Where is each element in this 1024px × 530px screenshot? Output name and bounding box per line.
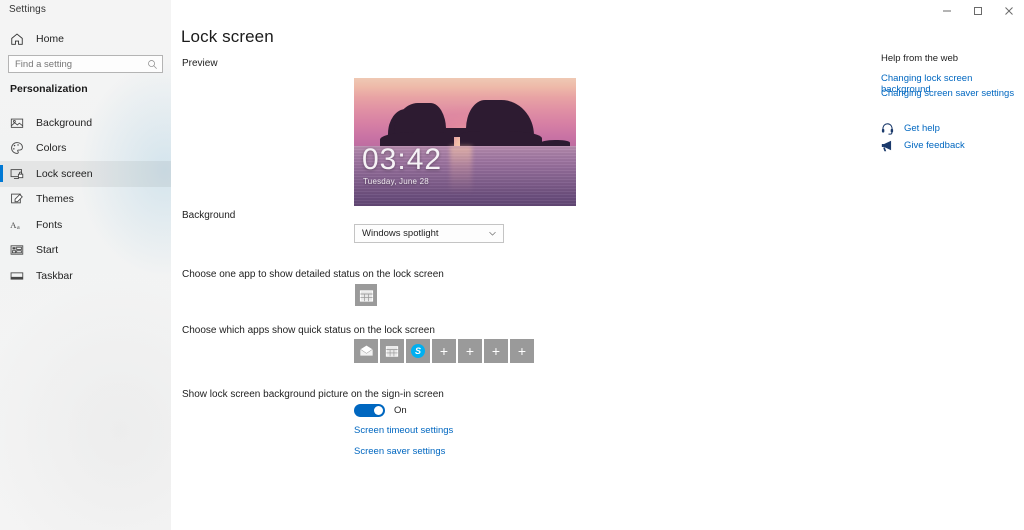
maximize-button[interactable]: [962, 0, 993, 22]
background-selected-value: Windows spotlight: [362, 228, 439, 239]
mail-icon: [359, 344, 373, 356]
megaphone-icon: [881, 140, 892, 152]
palette-icon: [11, 142, 23, 155]
title-bar: Settings: [0, 0, 1024, 22]
signin-background-toggle[interactable]: [354, 404, 385, 417]
toggle-knob: [374, 406, 383, 415]
screen-timeout-settings-link[interactable]: Screen timeout settings: [354, 425, 453, 436]
sidebar-nav-list: Background Colors Lock screen Themes A a…: [0, 110, 171, 289]
sidebar-item-start[interactable]: Start: [0, 238, 171, 264]
quick-status-add-slot-2[interactable]: +: [458, 339, 482, 363]
page-title: Lock screen: [181, 27, 274, 46]
fonts-icon: A a: [10, 220, 20, 231]
quick-status-add-slot-3[interactable]: +: [484, 339, 508, 363]
quick-status-label: Choose which apps show quick status on t…: [182, 325, 435, 336]
get-help-label[interactable]: Get help: [904, 123, 940, 134]
plus-icon: +: [439, 343, 449, 359]
calendar-icon: [385, 346, 399, 357]
close-button[interactable]: [993, 0, 1024, 22]
maximize-icon: [973, 7, 982, 15]
quick-status-app-skype[interactable]: S: [406, 339, 430, 363]
give-feedback-label[interactable]: Give feedback: [904, 140, 965, 151]
detailed-status-app-calendar[interactable]: [354, 283, 378, 307]
sidebar-item-themes[interactable]: Themes: [0, 187, 171, 213]
preview-clock: 03:42: [362, 143, 443, 176]
window-title: Settings: [9, 4, 46, 15]
background-label: Background: [182, 210, 236, 221]
search-icon: [148, 59, 157, 69]
sidebar-category-title: Personalization: [10, 83, 88, 95]
detailed-status-app-row: [354, 283, 378, 307]
sidebar-label: Background: [36, 116, 93, 129]
svg-text:A: A: [10, 220, 17, 230]
main-content: Lock screen Preview 03:42 Tuesday, June …: [171, 0, 851, 530]
background-dropdown[interactable]: Windows spotlight: [354, 224, 504, 243]
sidebar: Home Personalization Background: [0, 0, 171, 530]
quick-status-app-calendar[interactable]: [380, 339, 404, 363]
screen-saver-settings-link[interactable]: Screen saver settings: [354, 446, 445, 457]
close-icon: [1004, 7, 1013, 15]
home-icon: [11, 33, 23, 45]
sidebar-item-lock-screen[interactable]: Lock screen: [0, 161, 171, 187]
sidebar-home-label: Home: [36, 33, 65, 45]
support-headset-icon: [881, 123, 894, 135]
sidebar-label: Colors: [36, 142, 67, 155]
sidebar-item-fonts[interactable]: A a Fonts: [0, 212, 171, 238]
plus-icon: +: [491, 343, 501, 359]
sidebar-item-taskbar[interactable]: Taskbar: [0, 263, 171, 289]
sidebar-label: Start: [36, 244, 59, 257]
search-input[interactable]: [15, 58, 147, 70]
signin-background-toggle-group: On: [354, 404, 407, 417]
window-controls: [931, 0, 1024, 22]
quick-status-add-slot-1[interactable]: +: [432, 339, 456, 363]
toggle-state-label: On: [394, 405, 407, 416]
sidebar-item-colors[interactable]: Colors: [0, 136, 171, 162]
sidebar-label: Themes: [36, 193, 74, 206]
taskbar-icon: [10, 272, 24, 280]
search-box[interactable]: [8, 55, 163, 73]
svg-text:a: a: [17, 225, 20, 231]
help-panel-title: Help from the web: [881, 53, 959, 64]
sidebar-label: Taskbar: [36, 269, 73, 282]
preview-date: Tuesday, June 28: [363, 177, 429, 186]
sidebar-item-background[interactable]: Background: [0, 110, 171, 136]
themes-icon: [11, 193, 23, 204]
quick-status-app-row: S + + + +: [354, 339, 534, 363]
sidebar-item-home[interactable]: Home: [0, 28, 171, 50]
quick-status-add-slot-4[interactable]: +: [510, 339, 534, 363]
plus-icon: +: [465, 343, 475, 359]
help-panel: Help from the web Changing lock screen b…: [851, 0, 1024, 530]
quick-status-app-mail[interactable]: [354, 339, 378, 363]
sidebar-label: Lock screen: [36, 167, 93, 180]
plus-icon: +: [517, 343, 527, 359]
detailed-status-label: Choose one app to show detailed status o…: [182, 269, 444, 280]
give-feedback-action[interactable]: Give feedback: [881, 139, 965, 152]
picture-icon: [10, 118, 24, 128]
lock-screen-icon: [10, 168, 24, 179]
settings-window: Settings Home Find a setting Personaliza…: [0, 0, 1024, 530]
start-icon: [10, 245, 24, 255]
minimize-icon: [942, 10, 951, 12]
preview-label: Preview: [182, 58, 218, 69]
help-link-changing-screen-saver-settings[interactable]: Changing screen saver settings: [881, 88, 1014, 99]
signin-background-label: Show lock screen background picture on t…: [182, 389, 444, 400]
calendar-icon: [359, 289, 373, 302]
lock-screen-preview[interactable]: 03:42 Tuesday, June 28: [354, 78, 576, 206]
minimize-button[interactable]: [931, 0, 962, 22]
sidebar-label: Fonts: [36, 218, 63, 231]
chevron-down-icon: [489, 231, 496, 236]
get-help-action[interactable]: Get help: [881, 122, 940, 135]
skype-icon: S: [411, 344, 425, 358]
